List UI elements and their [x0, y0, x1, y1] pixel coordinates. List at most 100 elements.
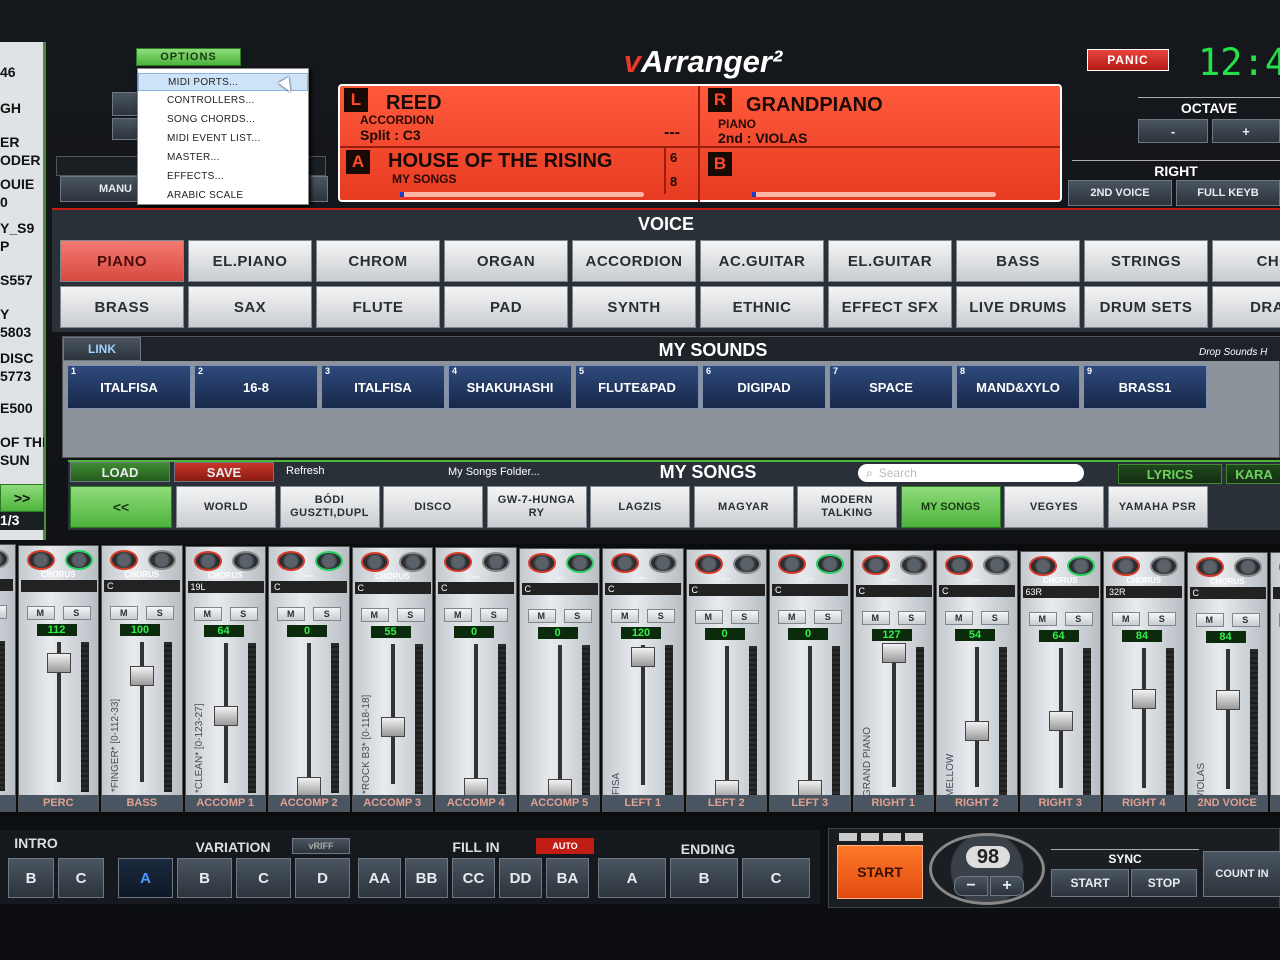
- voice-effect-sfx[interactable]: EFFECT SFX: [828, 286, 952, 328]
- channel-program[interactable]: C: [271, 581, 347, 593]
- voice-cho[interactable]: CHO: [1212, 240, 1280, 282]
- variation-d-button[interactable]: D: [295, 858, 350, 898]
- fill-dd-button[interactable]: DD: [499, 858, 542, 898]
- knob-icon[interactable]: [64, 550, 93, 570]
- mute-button[interactable]: M: [611, 609, 639, 623]
- left-panel-item[interactable]: GH: [0, 100, 44, 118]
- menu-item-6[interactable]: EFFECTS...: [138, 168, 308, 186]
- karaoke-button[interactable]: KARA: [1226, 464, 1280, 484]
- knob-icon[interactable]: [861, 555, 890, 575]
- ending-c-button[interactable]: C: [742, 858, 810, 898]
- song-folder-3[interactable]: DISCO: [383, 486, 483, 528]
- channel-program[interactable]: 32R: [1106, 586, 1182, 598]
- fader-handle[interactable]: [46, 652, 71, 673]
- options-button[interactable]: OPTIONS: [136, 48, 241, 66]
- solo-button[interactable]: S: [730, 610, 759, 624]
- knob-icon[interactable]: [565, 553, 594, 573]
- intro-b-button[interactable]: B: [8, 858, 54, 898]
- my-sound-7[interactable]: 7 SPACE: [829, 365, 953, 409]
- knob-icon[interactable]: [732, 554, 761, 574]
- mute-button[interactable]: M: [1112, 612, 1140, 626]
- channel-program[interactable]: C: [605, 583, 681, 595]
- voice-ac-guitar[interactable]: AC.GUITAR: [700, 240, 824, 282]
- knob-icon[interactable]: [816, 554, 844, 574]
- solo-button[interactable]: S: [62, 606, 91, 620]
- channel-program[interactable]: C: [521, 583, 598, 595]
- song-folder-7[interactable]: MODERN TALKING: [797, 486, 897, 528]
- auto-fill-button[interactable]: AUTO: [536, 838, 594, 854]
- mute-button[interactable]: M: [861, 611, 890, 625]
- fader-handle[interactable]: [881, 643, 906, 663]
- my-sound-1[interactable]: 1 ITALFISA: [67, 365, 191, 409]
- count-in-button[interactable]: COUNT IN: [1203, 851, 1280, 897]
- channel-program[interactable]: C: [354, 582, 431, 594]
- menu-item-5[interactable]: MASTER...: [138, 149, 308, 167]
- channel-program[interactable]: C: [688, 584, 765, 596]
- voice-organ[interactable]: ORGAN: [444, 240, 568, 282]
- voice-strings[interactable]: STRINGS: [1084, 240, 1208, 282]
- channel-program[interactable]: C: [939, 585, 1015, 597]
- fader-handle[interactable]: [130, 665, 154, 686]
- left-panel-item[interactable]: 46: [0, 64, 44, 82]
- knob-icon[interactable]: [611, 553, 639, 573]
- knob-icon[interactable]: [315, 551, 343, 571]
- lyrics-button[interactable]: LYRICS: [1118, 464, 1222, 484]
- channel-program[interactable]: C: [1189, 587, 1266, 599]
- tempo-plus-button[interactable]: +: [990, 876, 1024, 896]
- knob-icon[interactable]: [231, 551, 260, 571]
- load-button[interactable]: LOAD: [70, 462, 170, 482]
- solo-button[interactable]: S: [229, 607, 258, 621]
- voice-flute[interactable]: FLUTE: [316, 286, 440, 328]
- solo-button[interactable]: S: [981, 611, 1009, 625]
- knob-icon[interactable]: [193, 551, 222, 571]
- knob-icon[interactable]: [1150, 556, 1178, 576]
- left-panel-item[interactable]: P: [0, 238, 44, 256]
- octave-plus-button[interactable]: +: [1212, 119, 1280, 143]
- voice-brass[interactable]: BRASS: [60, 286, 184, 328]
- song-progress[interactable]: [400, 192, 644, 197]
- solo-button[interactable]: S: [1148, 612, 1176, 626]
- panic-button[interactable]: PANIC: [1087, 49, 1169, 71]
- my-sound-6[interactable]: 6 DIGIPAD: [702, 365, 826, 409]
- fader-handle[interactable]: [1215, 690, 1240, 711]
- knob-icon[interactable]: [649, 553, 677, 573]
- left-panel-item[interactable]: OF THE: [0, 434, 44, 452]
- voice-el-piano[interactable]: EL.PIANO: [188, 240, 312, 282]
- fader-handle[interactable]: [213, 706, 238, 727]
- fader-handle[interactable]: [380, 717, 405, 738]
- voice-draw[interactable]: DRAW: [1212, 286, 1280, 328]
- fader-handle[interactable]: [297, 777, 321, 797]
- my-sound-2[interactable]: 2 16-8: [194, 365, 318, 409]
- voice-piano[interactable]: PIANO: [60, 240, 184, 282]
- mute-button[interactable]: M: [527, 609, 556, 623]
- knob-icon[interactable]: [778, 554, 806, 574]
- knob-icon[interactable]: [1028, 556, 1057, 576]
- left-panel-item[interactable]: E500: [0, 400, 44, 418]
- knob-icon[interactable]: [899, 555, 928, 575]
- link-button[interactable]: LINK: [63, 337, 141, 361]
- left-panel-item[interactable]: 5803: [0, 324, 44, 342]
- mute-button[interactable]: M: [444, 608, 472, 622]
- knob-icon[interactable]: [983, 555, 1011, 575]
- left-panel-item[interactable]: DISC: [0, 350, 44, 368]
- fader-handle[interactable]: [631, 646, 655, 667]
- song-folder-1[interactable]: WORLD: [176, 486, 276, 528]
- knob-icon[interactable]: [527, 553, 556, 573]
- mute-button[interactable]: M: [1028, 612, 1057, 626]
- song-folder-10[interactable]: YAMAHA PSR: [1107, 486, 1208, 528]
- solo-button[interactable]: S: [647, 609, 675, 623]
- voice-pad[interactable]: PAD: [444, 286, 568, 328]
- fader-handle[interactable]: [1132, 689, 1156, 710]
- mute-button[interactable]: M: [945, 611, 973, 625]
- voice-synth[interactable]: SYNTH: [572, 286, 696, 328]
- my-sound-5[interactable]: 5 FLUTE&PAD: [575, 365, 699, 409]
- left-panel-item[interactable]: 1/3: [0, 512, 44, 530]
- start-button[interactable]: START: [837, 845, 923, 899]
- ending-b-button[interactable]: B: [670, 858, 738, 898]
- channel-program[interactable]: 19L: [187, 581, 264, 593]
- voice-bass[interactable]: BASS: [956, 240, 1080, 282]
- channel-program[interactable]: C: [438, 582, 514, 594]
- my-sound-8[interactable]: 8 MAND&XYLO: [956, 365, 1080, 409]
- voice-sax[interactable]: SAX: [188, 286, 312, 328]
- solo-button[interactable]: S: [814, 610, 842, 624]
